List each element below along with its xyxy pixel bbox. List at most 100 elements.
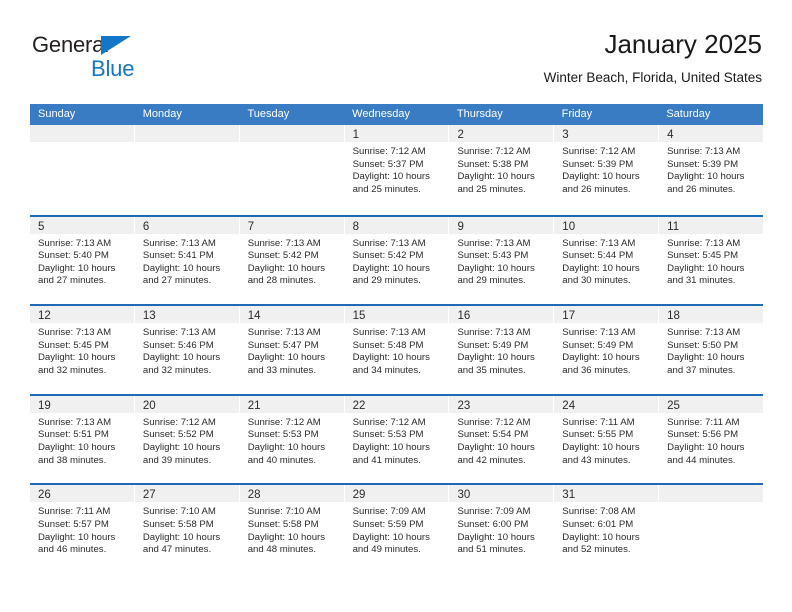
day-detail-line: and 25 minutes. (352, 183, 421, 195)
day-detail-text: Sunrise: 7:12 AM Sunset: 5:53 PM Daylight:… (240, 413, 344, 467)
day-number: 8 (352, 220, 359, 233)
day-number: 25 (667, 399, 680, 412)
day-detail-line: Sunrise: 7:13 AM (562, 327, 636, 339)
calendar-grid: Sunday Monday Tuesday Wednesday Thursday… (30, 104, 764, 573)
day-detail-line: Sunset: 6:01 PM (562, 518, 634, 530)
day-number-band: 17 (554, 306, 659, 324)
day-detail-line: Daylight: 10 hours (667, 171, 745, 183)
calendar-day-cell[interactable]: 16 Sunrise: 7:13 AM Sunset: 5:49 PM Dayligh… (449, 306, 555, 394)
day-detail-line: Daylight: 10 hours (142, 531, 221, 543)
day-detail-line: Daylight: 10 hours (38, 531, 116, 543)
day-detail-text: Sunrise: 7:13 AM Sunset: 5:44 PM Daylight:… (554, 234, 658, 288)
day-detail-line: Daylight: 10 hours (352, 352, 430, 364)
day-detail-line: Sunset: 5:42 PM (247, 250, 319, 262)
day-number-band: 15 (344, 306, 449, 324)
day-number: 23 (457, 399, 471, 412)
calendar-day-cell[interactable]: 22 Sunrise: 7:12 AM Sunset: 5:53 PM Dayligh… (344, 395, 450, 484)
day-number-band (134, 125, 239, 142)
day-detail-line: Daylight: 10 hours (142, 352, 221, 364)
calendar-day-cell[interactable]: 23 Sunrise: 7:12 AM Sunset: 5:54 PM Dayligh… (449, 395, 555, 484)
day-number-band (30, 125, 134, 142)
day-detail-line: and 39 minutes. (142, 454, 212, 466)
calendar-day-cell[interactable]: 25 Sunrise: 7:11 AM Sunset: 5:56 PM Dayligh… (659, 395, 764, 484)
day-number: 18 (667, 310, 680, 323)
day-number-band: 19 (30, 395, 134, 413)
day-detail-line: Sunset: 5:45 PM (38, 339, 109, 351)
day-detail-text: Sunrise: 7:13 AM Sunset: 5:39 PM Daylight:… (659, 142, 763, 196)
day-number-band: 28 (239, 485, 344, 503)
day-number-band: 12 (30, 306, 134, 324)
calendar-day-cell[interactable]: 6 Sunrise: 7:13 AM Sunset: 5:41 PM Daylight… (134, 216, 240, 305)
day-detail-line: Daylight: 10 hours (667, 352, 745, 364)
calendar-day-cell[interactable]: 26 Sunrise: 7:11 AM Sunset: 5:57 PM Dayligh… (30, 485, 135, 573)
calendar-day-cell[interactable]: 13 Sunrise: 7:13 AM Sunset: 5:46 PM Dayligh… (134, 306, 240, 394)
weekday-header-row: Sunday Monday Tuesday Wednesday Thursday… (30, 104, 763, 125)
day-number-band: 24 (554, 395, 659, 413)
calendar-day-cell[interactable]: 31 Sunrise: 7:08 AM Sunset: 6:01 PM Dayligh… (554, 485, 660, 573)
day-detail-text: Sunrise: 7:10 AM Sunset: 5:58 PM Daylight:… (240, 502, 344, 556)
day-detail-text: Sunrise: 7:12 AM Sunset: 5:38 PM Daylight:… (449, 142, 553, 196)
calendar-day-cell[interactable]: 3 Sunrise: 7:12 AM Sunset: 5:39 PM Daylight… (554, 125, 660, 215)
weekday-header-friday: Friday (561, 108, 593, 120)
day-number: 28 (247, 489, 261, 502)
day-detail-text: Sunrise: 7:12 AM Sunset: 5:54 PM Daylight:… (449, 413, 553, 467)
day-detail-line: Sunrise: 7:12 AM (142, 416, 216, 428)
calendar-week-row: 12 Sunrise: 7:13 AM Sunset: 5:45 PM Dayligh… (30, 304, 764, 394)
calendar-day-cell[interactable]: 8 Sunrise: 7:13 AM Sunset: 5:42 PM Daylight… (344, 216, 450, 305)
day-detail-line: and 30 minutes. (562, 275, 631, 287)
calendar-day-cell[interactable]: 7 Sunrise: 7:13 AM Sunset: 5:42 PM Daylight… (239, 216, 345, 305)
day-detail-text: Sunrise: 7:13 AM Sunset: 5:40 PM Daylight:… (30, 234, 134, 288)
calendar-day-cell[interactable]: 21 Sunrise: 7:12 AM Sunset: 5:53 PM Dayligh… (239, 395, 345, 484)
brand-logo[interactable]: General Blue (32, 32, 232, 88)
day-detail-line: Sunset: 5:39 PM (562, 158, 634, 170)
day-detail-line: and 27 minutes. (142, 275, 212, 287)
calendar-day-cell[interactable]: 28 Sunrise: 7:10 AM Sunset: 5:58 PM Dayligh… (239, 485, 345, 573)
day-detail-text: Sunrise: 7:09 AM Sunset: 5:59 PM Daylight:… (345, 502, 449, 556)
day-detail-line: Daylight: 10 hours (247, 531, 326, 543)
calendar-day-cell[interactable]: 24 Sunrise: 7:11 AM Sunset: 5:55 PM Dayligh… (554, 395, 660, 484)
day-detail-line: and 25 minutes. (457, 183, 526, 195)
calendar-day-cell[interactable]: 18 Sunrise: 7:13 AM Sunset: 5:50 PM Dayligh… (659, 306, 764, 394)
day-number-band: 5 (30, 216, 134, 234)
calendar-day-cell[interactable]: 14 Sunrise: 7:13 AM Sunset: 5:47 PM Dayligh… (239, 306, 345, 394)
calendar-day-cell[interactable]: 5 Sunrise: 7:13 AM Sunset: 5:40 PM Daylight… (30, 216, 135, 305)
day-detail-line: Sunrise: 7:13 AM (38, 416, 112, 428)
calendar-day-cell[interactable]: 1 Sunrise: 7:12 AM Sunset: 5:37 PM Daylight… (344, 125, 450, 215)
day-detail-line: Sunrise: 7:13 AM (247, 237, 321, 249)
day-detail-line: Sunset: 5:58 PM (247, 518, 319, 530)
calendar-day-cell[interactable]: 4 Sunrise: 7:13 AM Sunset: 5:39 PM Daylight… (659, 125, 764, 215)
day-detail-text: Sunrise: 7:13 AM Sunset: 5:42 PM Daylight:… (240, 234, 344, 288)
day-detail-line: and 26 minutes. (562, 183, 631, 195)
day-detail-line: Sunset: 5:47 PM (247, 339, 319, 351)
calendar-day-cell[interactable]: 12 Sunrise: 7:13 AM Sunset: 5:45 PM Dayligh… (30, 306, 135, 394)
calendar-day-cell[interactable]: 15 Sunrise: 7:13 AM Sunset: 5:48 PM Dayligh… (344, 306, 450, 394)
day-detail-line: Daylight: 10 hours (247, 441, 326, 453)
day-detail-line: Sunrise: 7:13 AM (667, 327, 741, 339)
calendar-day-cell[interactable]: 11 Sunrise: 7:13 AM Sunset: 5:45 PM Dayligh… (659, 216, 764, 305)
calendar-day-cell[interactable]: 20 Sunrise: 7:12 AM Sunset: 5:52 PM Dayligh… (134, 395, 240, 484)
day-detail-line: Daylight: 10 hours (352, 262, 430, 274)
day-detail-line: Sunrise: 7:13 AM (352, 327, 426, 339)
calendar-day-cell[interactable]: 10 Sunrise: 7:13 AM Sunset: 5:44 PM Dayligh… (554, 216, 660, 305)
calendar-day-cell[interactable]: 19 Sunrise: 7:13 AM Sunset: 5:51 PM Dayligh… (30, 395, 135, 484)
day-detail-line: Daylight: 10 hours (457, 171, 535, 183)
calendar-day-cell[interactable]: 27 Sunrise: 7:10 AM Sunset: 5:58 PM Dayligh… (134, 485, 240, 573)
day-detail-line: and 33 minutes. (247, 364, 316, 376)
day-detail-line: Daylight: 10 hours (38, 262, 116, 274)
day-detail-line: and 32 minutes. (38, 364, 107, 376)
day-number-band (239, 125, 344, 142)
day-detail-text: Sunrise: 7:12 AM Sunset: 5:52 PM Daylight:… (135, 413, 239, 467)
day-detail-line: Sunrise: 7:11 AM (38, 506, 111, 518)
calendar-day-cell[interactable]: 2 Sunrise: 7:12 AM Sunset: 5:38 PM Daylight… (449, 125, 555, 215)
calendar-day-cell[interactable]: 17 Sunrise: 7:13 AM Sunset: 5:49 PM Dayligh… (554, 306, 660, 394)
day-detail-text: Sunrise: 7:13 AM Sunset: 5:45 PM Daylight:… (30, 323, 134, 377)
day-number: 19 (38, 399, 51, 412)
calendar-day-cell[interactable]: 29 Sunrise: 7:09 AM Sunset: 5:59 PM Dayligh… (344, 485, 450, 573)
day-detail-line: Sunset: 5:49 PM (562, 339, 634, 351)
day-number-band: 20 (134, 395, 239, 413)
brand-name-bottom: Blue (91, 56, 135, 81)
day-detail-line: Daylight: 10 hours (352, 441, 430, 453)
calendar-day-cell[interactable]: 9 Sunrise: 7:13 AM Sunset: 5:43 PM Daylight… (449, 216, 555, 305)
calendar-day-cell[interactable]: 30 Sunrise: 7:09 AM Sunset: 6:00 PM Dayligh… (449, 485, 555, 573)
day-detail-line: Sunset: 5:40 PM (38, 250, 109, 262)
